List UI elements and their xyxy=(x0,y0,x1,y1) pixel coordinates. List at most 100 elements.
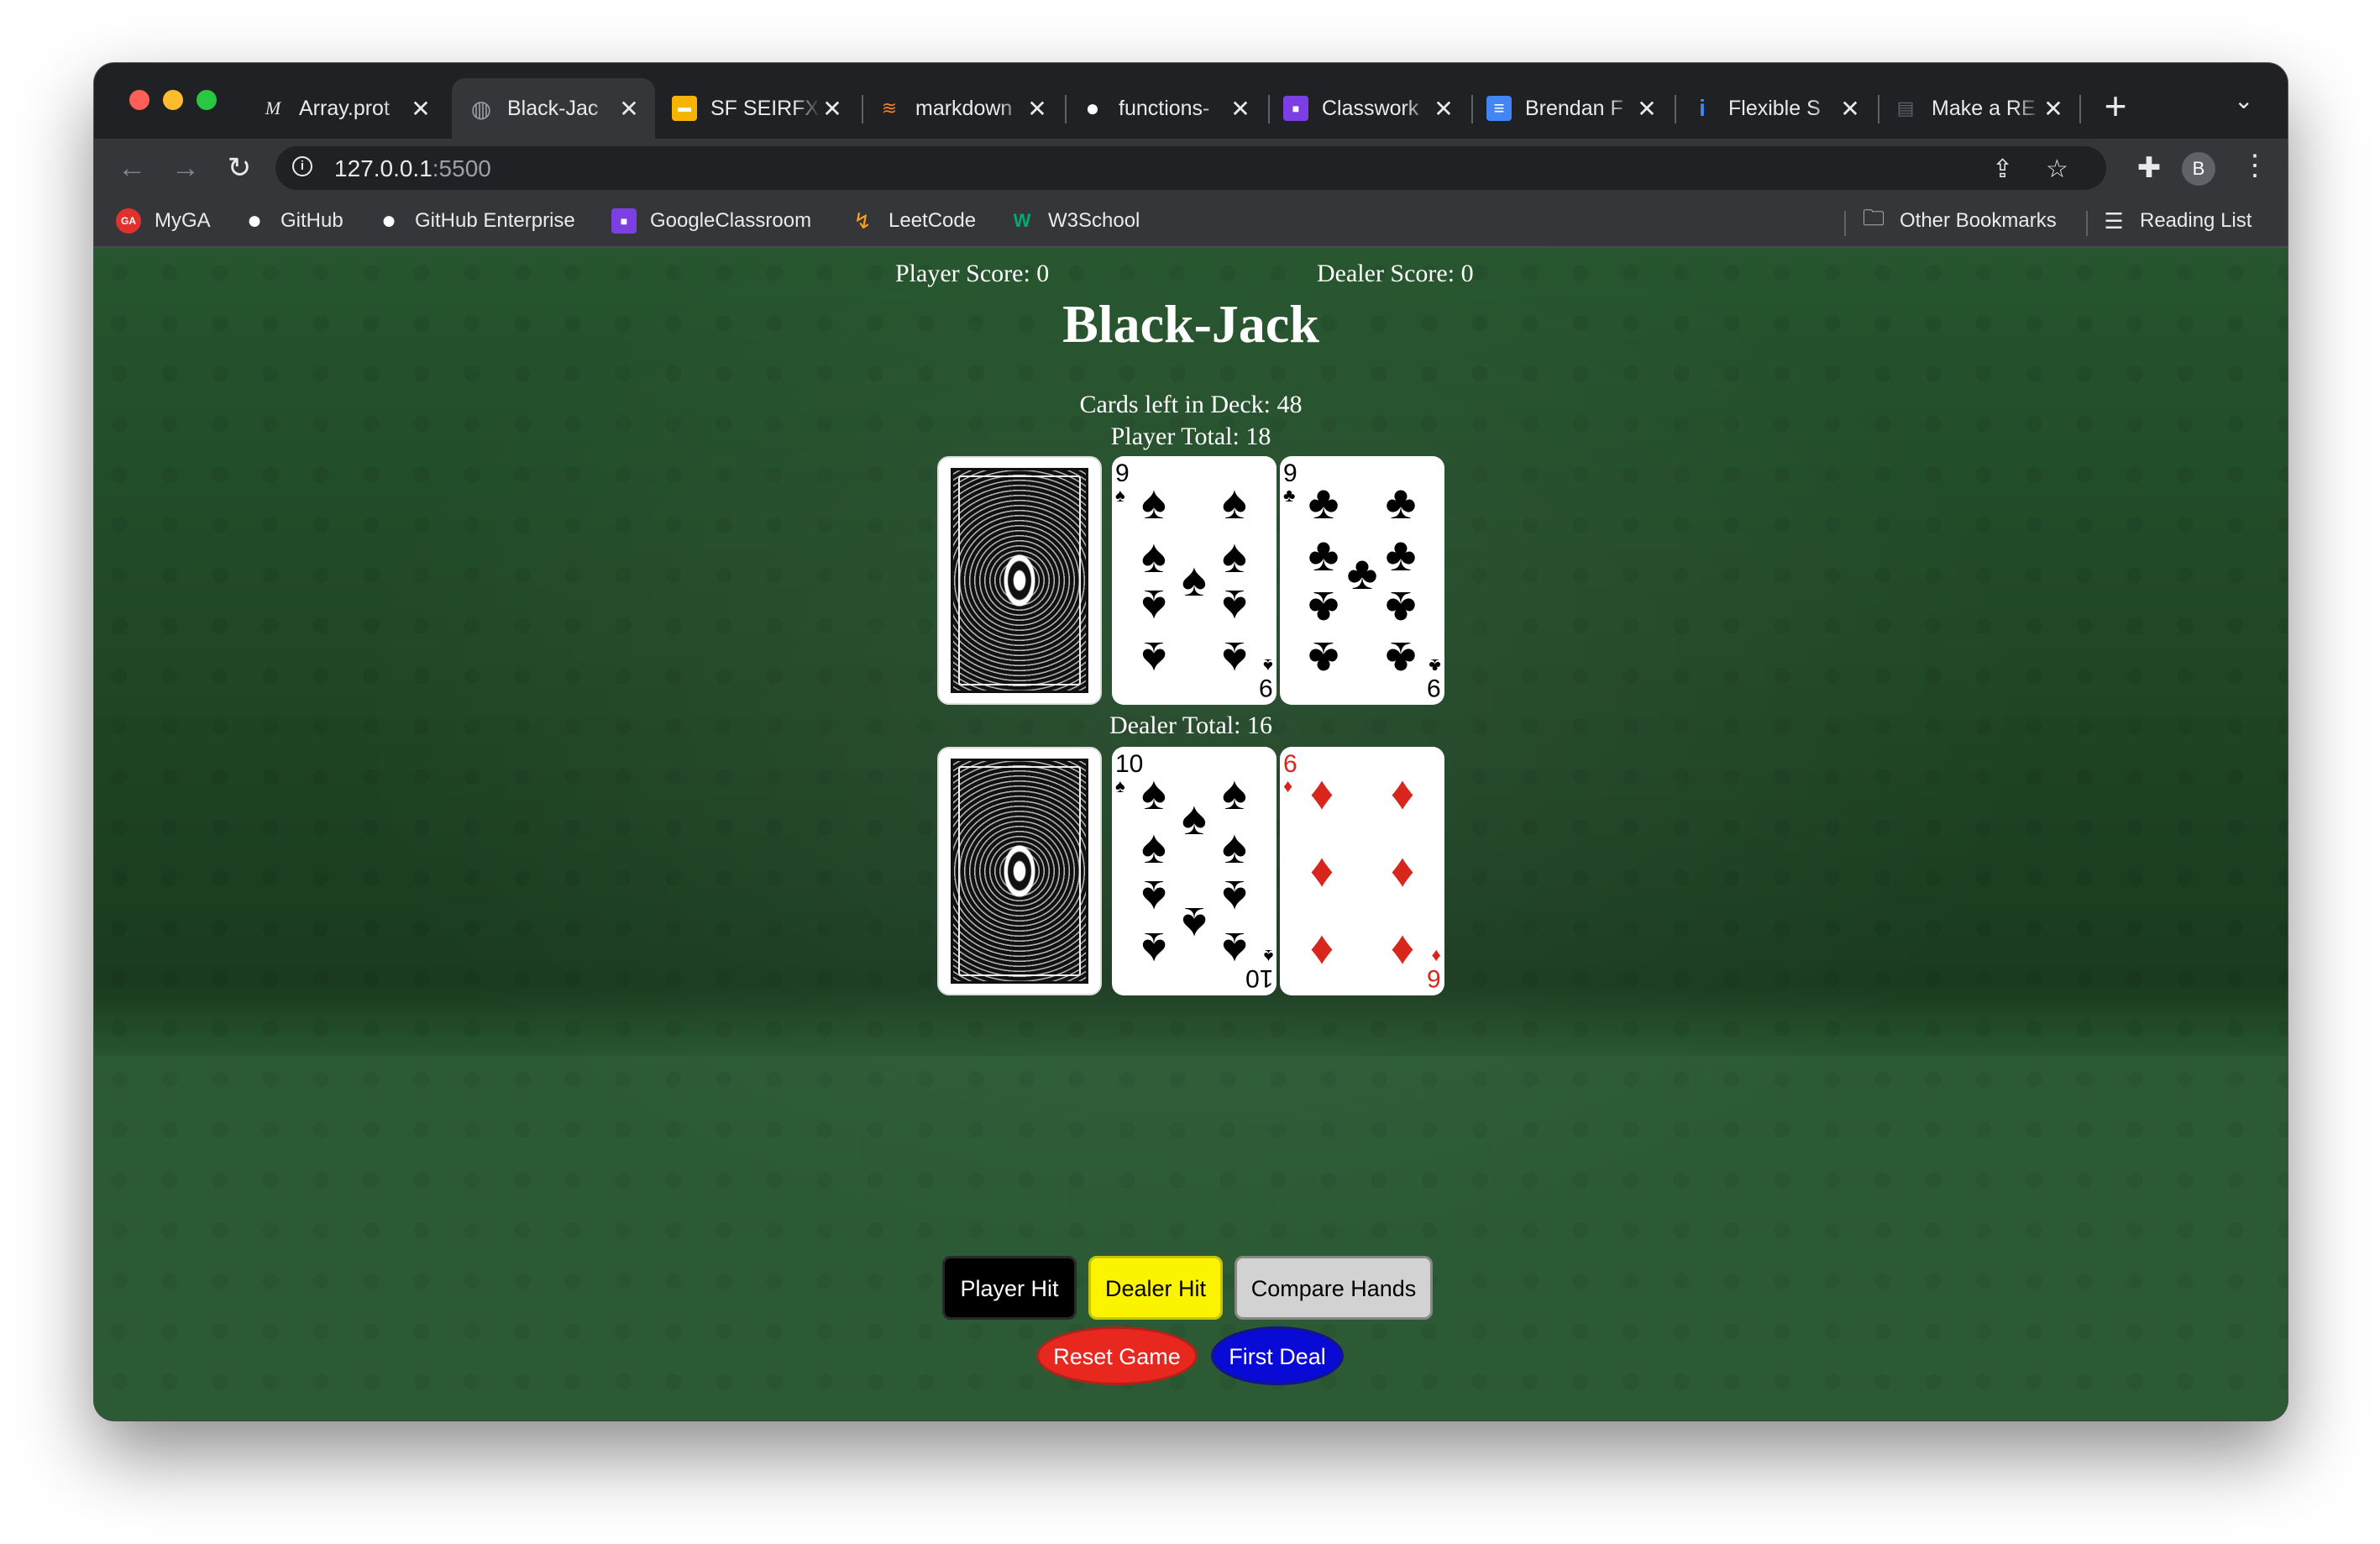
w3schools-icon: W xyxy=(1013,210,1031,231)
bookmark-myga[interactable]: GA MyGA xyxy=(116,206,211,236)
close-icon[interactable]: ✕ xyxy=(1433,95,1455,123)
reading-list[interactable]: ☰ Reading List xyxy=(2101,206,2252,236)
tab-title: Flexible S xyxy=(1728,96,1821,120)
diamond-icon: ♦ xyxy=(1390,845,1415,897)
spade-icon: ♠ xyxy=(1141,632,1166,684)
close-icon[interactable]: ✕ xyxy=(2042,95,2064,123)
close-icon[interactable]: ✕ xyxy=(821,95,843,123)
bookmark-w3school[interactable]: W W3School xyxy=(1009,206,1140,236)
spade-icon: ♠ xyxy=(1141,477,1166,529)
spade-icon: ♠ xyxy=(1222,922,1247,974)
diamond-icon: ♦ xyxy=(1283,775,1293,796)
back-icon[interactable]: ← xyxy=(113,149,151,187)
docs-icon: ≡ xyxy=(1486,96,1512,121)
spade-icon: ♠ xyxy=(1182,897,1207,949)
tab-title: Brendan F xyxy=(1525,96,1623,120)
first-deal-button[interactable]: First Deal xyxy=(1211,1326,1344,1385)
close-icon[interactable]: ✕ xyxy=(1026,95,1048,123)
extensions-icon[interactable]: ✚ xyxy=(2130,149,2168,187)
dealer-card-10-spades: 10 ♠ ♠ ♠ ♠ ♠ ♠ ♠ ♠ ♠ ♠ ♠ 10 ♠ xyxy=(1112,747,1276,995)
spade-icon: ♠ xyxy=(1141,870,1166,922)
bookmarks-separator xyxy=(2086,211,2088,236)
dealer-hit-button[interactable]: Dealer Hit xyxy=(1088,1256,1223,1320)
github-icon: ● xyxy=(380,207,397,234)
profile-avatar[interactable]: B xyxy=(2182,152,2215,186)
compare-hands-button[interactable]: Compare Hands xyxy=(1235,1256,1433,1320)
page-title: Black-Jack xyxy=(1062,294,1319,354)
folder-icon: 🗀 xyxy=(1862,205,1885,230)
classroom-icon: ■ xyxy=(1283,96,1308,121)
bookmark-label: GitHub Enterprise xyxy=(415,209,575,232)
close-icon[interactable]: ✕ xyxy=(1229,95,1251,123)
url-host: 127.0.0.1 xyxy=(334,155,432,181)
spade-icon: ♠ xyxy=(1263,946,1273,967)
card-corner: 9 ♣ xyxy=(1283,461,1297,505)
bookmark-googleclassroom[interactable]: ■ GoogleClassroom xyxy=(611,206,811,236)
tab-classwork[interactable]: ■ Classwork ✕ xyxy=(1266,78,1470,139)
spade-icon: ♠ xyxy=(1141,768,1166,820)
tab-brendan[interactable]: ≡ Brendan F ✕ xyxy=(1470,78,1673,139)
browser-menu-icon[interactable]: ⋮ xyxy=(2241,149,2269,182)
spade-icon: ♠ xyxy=(1141,822,1166,874)
site-info-icon[interactable]: i xyxy=(292,156,312,176)
github-icon: ● xyxy=(246,207,263,234)
bookmark-label: MyGA xyxy=(155,209,211,232)
tab-sf-seirfx[interactable]: ▬ SF SEIRFX ✕ xyxy=(655,78,858,139)
card-back-pattern xyxy=(951,468,1088,693)
tab-markdown[interactable]: ≋ markdown ✕ xyxy=(860,78,1063,139)
bookmark-leetcode[interactable]: ↯ LeetCode xyxy=(850,206,976,236)
tab-search-icon[interactable]: ⌄ xyxy=(2234,87,2253,114)
leetcode-icon: ↯ xyxy=(853,207,872,234)
bookmark-github-enterprise[interactable]: ● GitHub Enterprise xyxy=(376,206,575,236)
player-score: Player Score: 0 xyxy=(895,260,1050,287)
tab-functions[interactable]: ● functions- ✕ xyxy=(1063,78,1266,139)
tab-black-jack[interactable]: ◍ Black-Jac ✕ xyxy=(452,78,655,139)
close-icon[interactable]: ✕ xyxy=(1636,95,1658,123)
tab-make-a-readme[interactable]: ▤ Make a RE ✕ xyxy=(1876,78,2079,139)
tab-title: SF SEIRFX xyxy=(710,96,820,120)
close-icon[interactable]: ✕ xyxy=(618,95,640,123)
spade-icon: ♠ xyxy=(1263,655,1273,676)
club-icon: ♣ xyxy=(1346,548,1378,600)
card-rank: 10 xyxy=(1245,964,1273,992)
other-bookmarks[interactable]: 🗀 Other Bookmarks xyxy=(1861,205,2057,236)
dealer-card-back xyxy=(937,747,1102,995)
tab-strip: M Array.prot ✕ ◍ Black-Jac ✕ ▬ SF SEIRFX… xyxy=(94,63,2288,139)
ga-icon: GA xyxy=(116,208,141,234)
club-icon: ♣ xyxy=(1429,655,1441,676)
forward-icon[interactable]: → xyxy=(166,149,205,187)
player-hit-button[interactable]: Player Hit xyxy=(942,1256,1077,1320)
github-icon: ● xyxy=(1085,95,1100,121)
club-icon: ♣ xyxy=(1308,529,1339,581)
card-rank: 9 xyxy=(1427,674,1441,701)
spade-icon: ♠ xyxy=(1182,793,1207,845)
close-icon[interactable]: ✕ xyxy=(410,95,432,123)
bookmark-star-icon[interactable]: ☆ xyxy=(2046,155,2068,184)
bookmark-label: LeetCode xyxy=(889,209,977,232)
game-page: Player Score: 0 Dealer Score: 0 Black-Ja… xyxy=(94,248,2288,1421)
tab-array-prototype[interactable]: M Array.prot ✕ xyxy=(244,78,447,139)
diamond-icon: ♦ xyxy=(1431,946,1441,967)
reset-game-button[interactable]: Reset Game xyxy=(1036,1326,1198,1385)
new-tab-button[interactable]: + xyxy=(2094,85,2136,127)
spade-icon: ♠ xyxy=(1222,477,1247,529)
url-port: :5500 xyxy=(432,155,491,181)
reload-icon[interactable]: ↻ xyxy=(220,149,259,187)
bookmark-label: W3School xyxy=(1048,209,1140,232)
tab-title: Array.prot xyxy=(299,96,390,120)
close-window-button[interactable] xyxy=(129,90,149,110)
card-corner: 10 ♠ xyxy=(1115,752,1143,796)
minimize-window-button[interactable] xyxy=(163,90,183,110)
close-icon[interactable]: ✕ xyxy=(1839,95,1861,123)
tab-flexible[interactable]: i Flexible S ✕ xyxy=(1673,78,1876,139)
spade-icon: ♠ xyxy=(1115,775,1125,796)
club-icon: ♣ xyxy=(1385,477,1417,529)
card-corner: 9 ♣ xyxy=(1427,655,1441,701)
tab-title: Black-Jac xyxy=(507,96,599,120)
spade-icon: ♠ xyxy=(1141,531,1166,583)
bookmark-github[interactable]: ● GitHub xyxy=(242,206,343,236)
spade-icon: ♠ xyxy=(1222,768,1247,820)
share-icon[interactable]: ⇪ xyxy=(1992,155,2013,184)
maximize-window-button[interactable] xyxy=(197,90,217,110)
address-bar[interactable]: i 127.0.0.1:5500 ⇪ ☆ xyxy=(275,146,2106,190)
